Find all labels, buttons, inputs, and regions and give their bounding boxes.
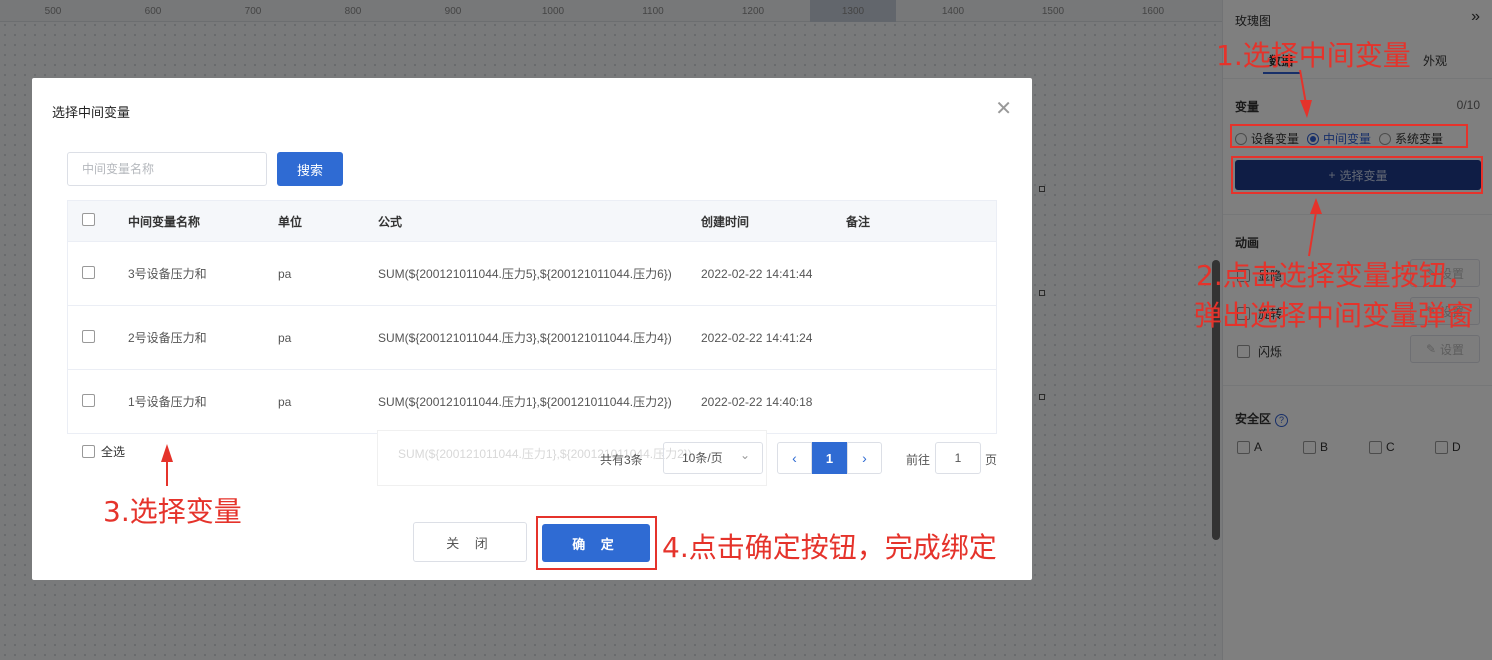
annotation-arrows [161, 69, 1322, 486]
